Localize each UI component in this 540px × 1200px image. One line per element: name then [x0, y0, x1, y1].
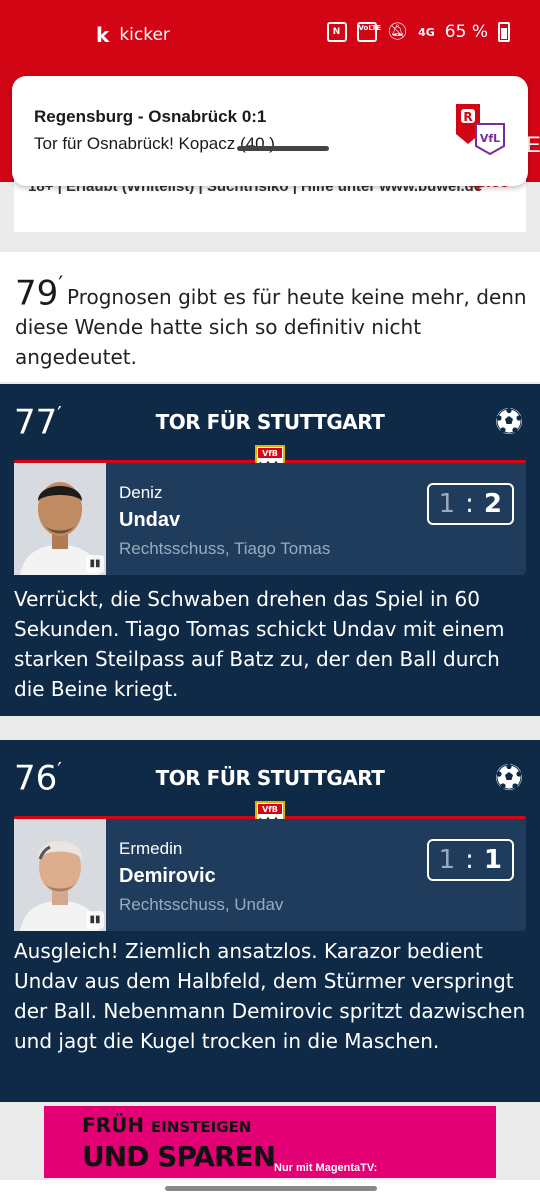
header-text-peek: E: [526, 132, 540, 157]
club-logos-icon: R VfL: [456, 104, 505, 156]
svg-text:R: R: [463, 110, 472, 124]
photo-more-icon[interactable]: ▮▮: [86, 555, 104, 573]
player-info[interactable]: ▮▮ Deniz Undav Rechtsschuss, Tiago Tomas…: [14, 463, 526, 575]
battery-percent: 65 %: [444, 22, 488, 42]
score-box: 1 : 2: [426, 483, 514, 525]
player-last-name: Undav: [119, 509, 181, 531]
player-last-name: Demirovic: [119, 865, 216, 887]
status-right: N VoLTE 🔕︎ 4G 65 %: [326, 22, 510, 42]
svg-text:VfB: VfB: [262, 805, 278, 814]
score-away: 2: [483, 489, 502, 519]
player-photo[interactable]: ▮▮: [14, 463, 106, 575]
goal-description: Verrückt, die Schwaben drehen das Spiel …: [14, 587, 505, 701]
notification-drag-handle[interactable]: [237, 146, 329, 151]
goal-detail: Rechtsschuss, Undav: [119, 895, 284, 914]
goal-card-77: 77′ TOR FÜR STUTTGART VfB ▮▮ Deniz Undav…: [0, 384, 540, 716]
notification-text: Tor für Osnabrück! Kopacz (40.): [34, 134, 275, 153]
ad-headline-2: UND SPAREN: [82, 1140, 276, 1173]
status-bar: k kicker N VoLTE 🔕︎ 4G 65 %: [0, 0, 540, 72]
player-photo[interactable]: ▮▮: [14, 819, 106, 931]
entry-text: Prognosen gibt es für heute keine mehr, …: [15, 285, 527, 369]
svg-text:VfL: VfL: [480, 132, 500, 145]
score-separator: :: [465, 489, 474, 519]
score-box: 1 : 1: [426, 839, 514, 881]
home-gesture-handle[interactable]: [165, 1186, 377, 1191]
mute-bell-icon: 🔕︎: [386, 22, 409, 42]
nfc-icon: N: [326, 22, 347, 42]
score-home: 1: [438, 489, 456, 519]
ad-headline-1: FRÜH EINSTEIGEN: [82, 1113, 252, 1137]
player-first-name: Deniz: [119, 483, 163, 502]
score-away: 1: [483, 845, 502, 875]
network-4g-icon: 4G: [418, 25, 435, 39]
goal-heading: TOR FÜR STUTTGART: [155, 410, 385, 434]
goal-heading: TOR FÜR STUTTGART: [155, 766, 385, 790]
status-left: k kicker: [96, 24, 170, 46]
ad-subline: Nur mit MagentaTV:: [274, 1162, 378, 1174]
goal-detail: Rechtsschuss, Tiago Tomas: [119, 539, 331, 558]
ad-banner-bottom[interactable]: FRÜH EINSTEIGEN UND SPAREN Nur mit Magen…: [44, 1106, 496, 1178]
football-icon: [496, 763, 522, 790]
volte-icon: VoLTE: [356, 22, 381, 42]
app-name: kicker: [119, 25, 170, 45]
photo-more-icon[interactable]: ▮▮: [86, 911, 104, 929]
player-first-name: Ermedin: [119, 839, 183, 858]
football-icon: [496, 407, 522, 434]
gesture-nav-bar: [0, 1180, 540, 1200]
push-notification[interactable]: Regensburg - Osnabrück 0:1 Tor für Osnab…: [12, 76, 528, 186]
notification-title: Regensburg - Osnabrück 0:1: [34, 107, 267, 126]
score-separator: :: [465, 845, 474, 875]
goal-card-76: 76′ TOR FÜR STUTTGART VfB ▮▮ Ermedin Dem…: [0, 740, 540, 1102]
svg-text:VfB: VfB: [262, 449, 278, 458]
player-info[interactable]: ▮▮ Ermedin Demirovic Rechtsschuss, Undav…: [14, 819, 526, 931]
goal-description: Ausgleich! Ziemlich ansatzlos. Karazor b…: [14, 939, 526, 1053]
score-home: 1: [438, 845, 456, 875]
battery-icon: [498, 22, 510, 42]
kicker-logo-icon: k: [96, 23, 110, 47]
ticker-entry-79: 79′ Prognosen gibt es für heute keine me…: [0, 252, 540, 382]
